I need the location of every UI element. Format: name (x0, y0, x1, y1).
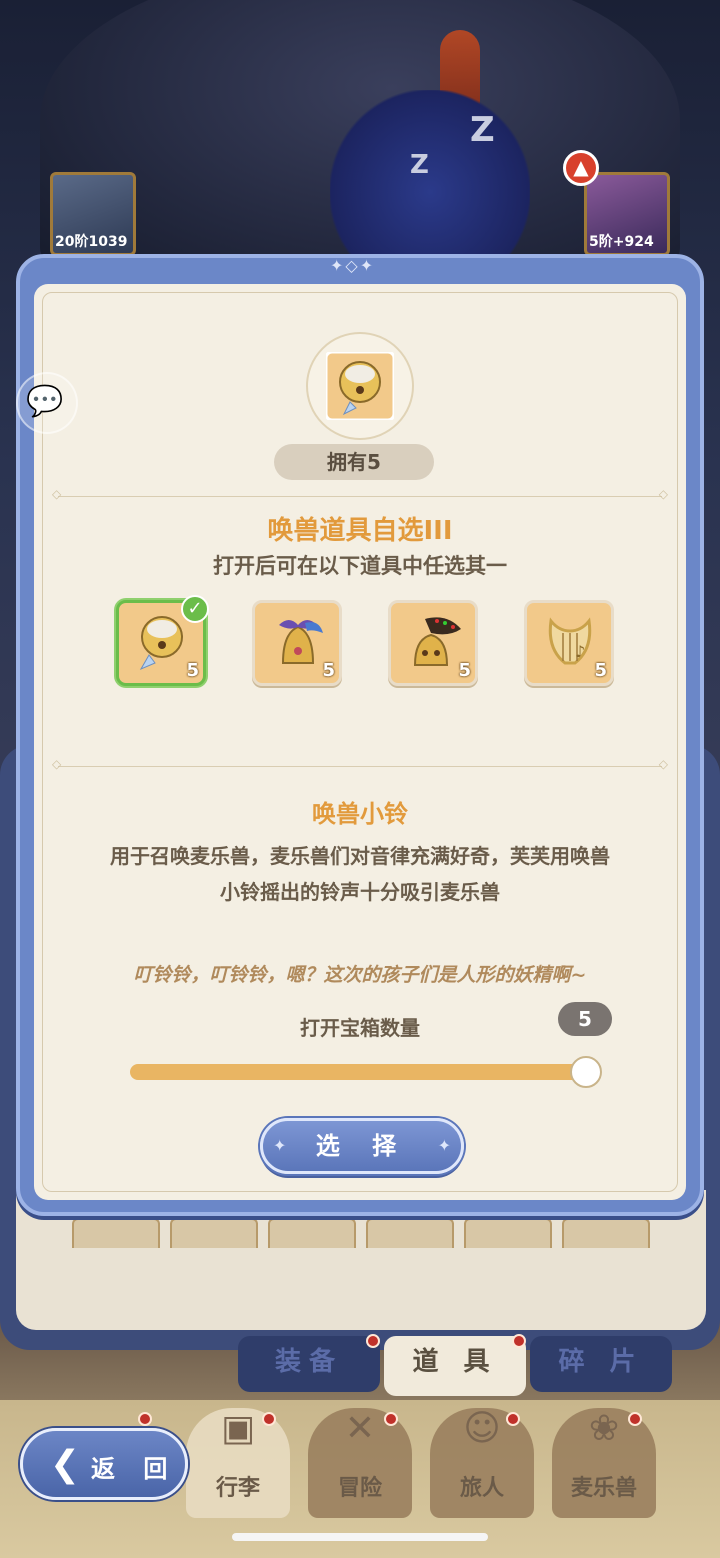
item-description-line2: 小铃摇出的铃声十分吸引麦乐兽 (220, 880, 500, 904)
notification-dot (262, 1412, 276, 1426)
select-button[interactable]: ✦ 选 择 ✦ (260, 1118, 464, 1174)
crossed-swords-icon: ✕ (344, 1408, 376, 1449)
inventory-slot[interactable] (268, 1218, 356, 1248)
quantity-slider-handle[interactable] (570, 1056, 602, 1088)
item-select-dialog: ✦◇✦ 拥有5 唤兽道具自选III 打开后可在以下道具中任选其一 5 (16, 254, 704, 1216)
chat-button[interactable]: 💬 (16, 372, 78, 434)
back-arrow-icon: ❮ (49, 1444, 81, 1485)
sleep-z-icon: Z (470, 110, 495, 150)
item-count: 5 (458, 660, 471, 681)
item-count: 5 (186, 660, 199, 681)
notification-dot (384, 1412, 398, 1426)
sleep-z-icon: Z (410, 150, 429, 180)
inventory-slot[interactable] (464, 1218, 552, 1248)
right-hero-card[interactable]: 5阶+924 (584, 172, 670, 256)
dialog-top-ornament: ✦◇✦ (330, 256, 376, 275)
notification-dot (628, 1412, 642, 1426)
option-item-bell-ribbon[interactable]: 5 (252, 600, 342, 686)
chest-icon-frame (306, 332, 414, 440)
item-count: 5 (594, 660, 607, 681)
select-button-label: 选 择 (315, 1132, 409, 1160)
divider (52, 487, 668, 501)
inventory-slot[interactable] (72, 1218, 160, 1248)
item-count: 5 (322, 660, 335, 681)
chest-subtitle: 打开后可在以下道具中任选其一 (213, 554, 507, 578)
dialog-content: 拥有5 唤兽道具自选III 打开后可在以下道具中任选其一 5 ✓ 5 (34, 284, 686, 1200)
option-item-lyre[interactable]: ♪ 5 (524, 600, 614, 686)
chest-icon (326, 352, 394, 420)
item-name: 唤兽小铃 (312, 800, 408, 828)
option-item-bell-tassel[interactable]: 5 ✓ (116, 595, 209, 686)
back-button-label: 返 回 (91, 1455, 178, 1483)
inventory-slot[interactable] (366, 1218, 454, 1248)
tab-equipment[interactable]: 装备 (238, 1336, 380, 1392)
left-hero-card-tag: 20阶1039 (55, 234, 128, 250)
notification-dot (138, 1412, 152, 1426)
notification-dot (512, 1334, 526, 1348)
item-flavor-quote: 叮铃铃，叮铃铃，嗯？这次的孩子们是人形的妖精啊~ (133, 964, 587, 986)
tab-items[interactable]: 道 具 (384, 1336, 526, 1396)
luggage-icon: ▣ (220, 1408, 255, 1449)
quantity-slider-track[interactable] (130, 1064, 600, 1080)
alert-arrow-icon[interactable]: ▲ (563, 150, 599, 186)
item-description-line1: 用于召唤麦乐兽，麦乐兽们对音律充满好奇，芙芙用唤兽 (110, 844, 610, 868)
quantity-value-badge: 5 (558, 1002, 612, 1036)
notification-dot (366, 1334, 380, 1348)
option-item-bell-hat[interactable]: 5 (388, 600, 478, 686)
chat-icon: 💬 (26, 384, 64, 419)
beast-avatar-icon: ❀ (588, 1408, 620, 1449)
notification-dot (506, 1412, 520, 1426)
chest-title: 唤兽道具自选III (267, 516, 453, 546)
divider (52, 757, 668, 771)
sparkle-icon: ✦ (273, 1136, 287, 1155)
nav-mele-beasts-label: 麦乐兽 (570, 1476, 637, 1501)
nav-luggage-label: 行李 (215, 1476, 260, 1501)
left-hero-card[interactable]: 20阶1039 (50, 172, 136, 256)
inventory-slot[interactable] (170, 1218, 258, 1248)
home-indicator[interactable] (232, 1533, 488, 1541)
traveler-avatar-icon: ☺ (463, 1408, 501, 1449)
selected-check-icon: ✓ (181, 595, 209, 623)
sparkle-icon: ✦ (437, 1136, 451, 1155)
inventory-slot[interactable] (562, 1218, 650, 1248)
tab-fragments[interactable]: 碎 片 (530, 1336, 672, 1392)
sleeping-creature (330, 90, 530, 260)
nav-travelers-label: 旅人 (459, 1476, 504, 1501)
nav-adventure-label: 冒险 (337, 1476, 382, 1501)
owned-count: 拥有5 (274, 444, 434, 480)
svg-text:♪: ♪ (575, 642, 585, 661)
right-hero-card-tag: 5阶+924 (589, 234, 654, 250)
back-button[interactable]: ❮ 返 回 (20, 1428, 188, 1500)
